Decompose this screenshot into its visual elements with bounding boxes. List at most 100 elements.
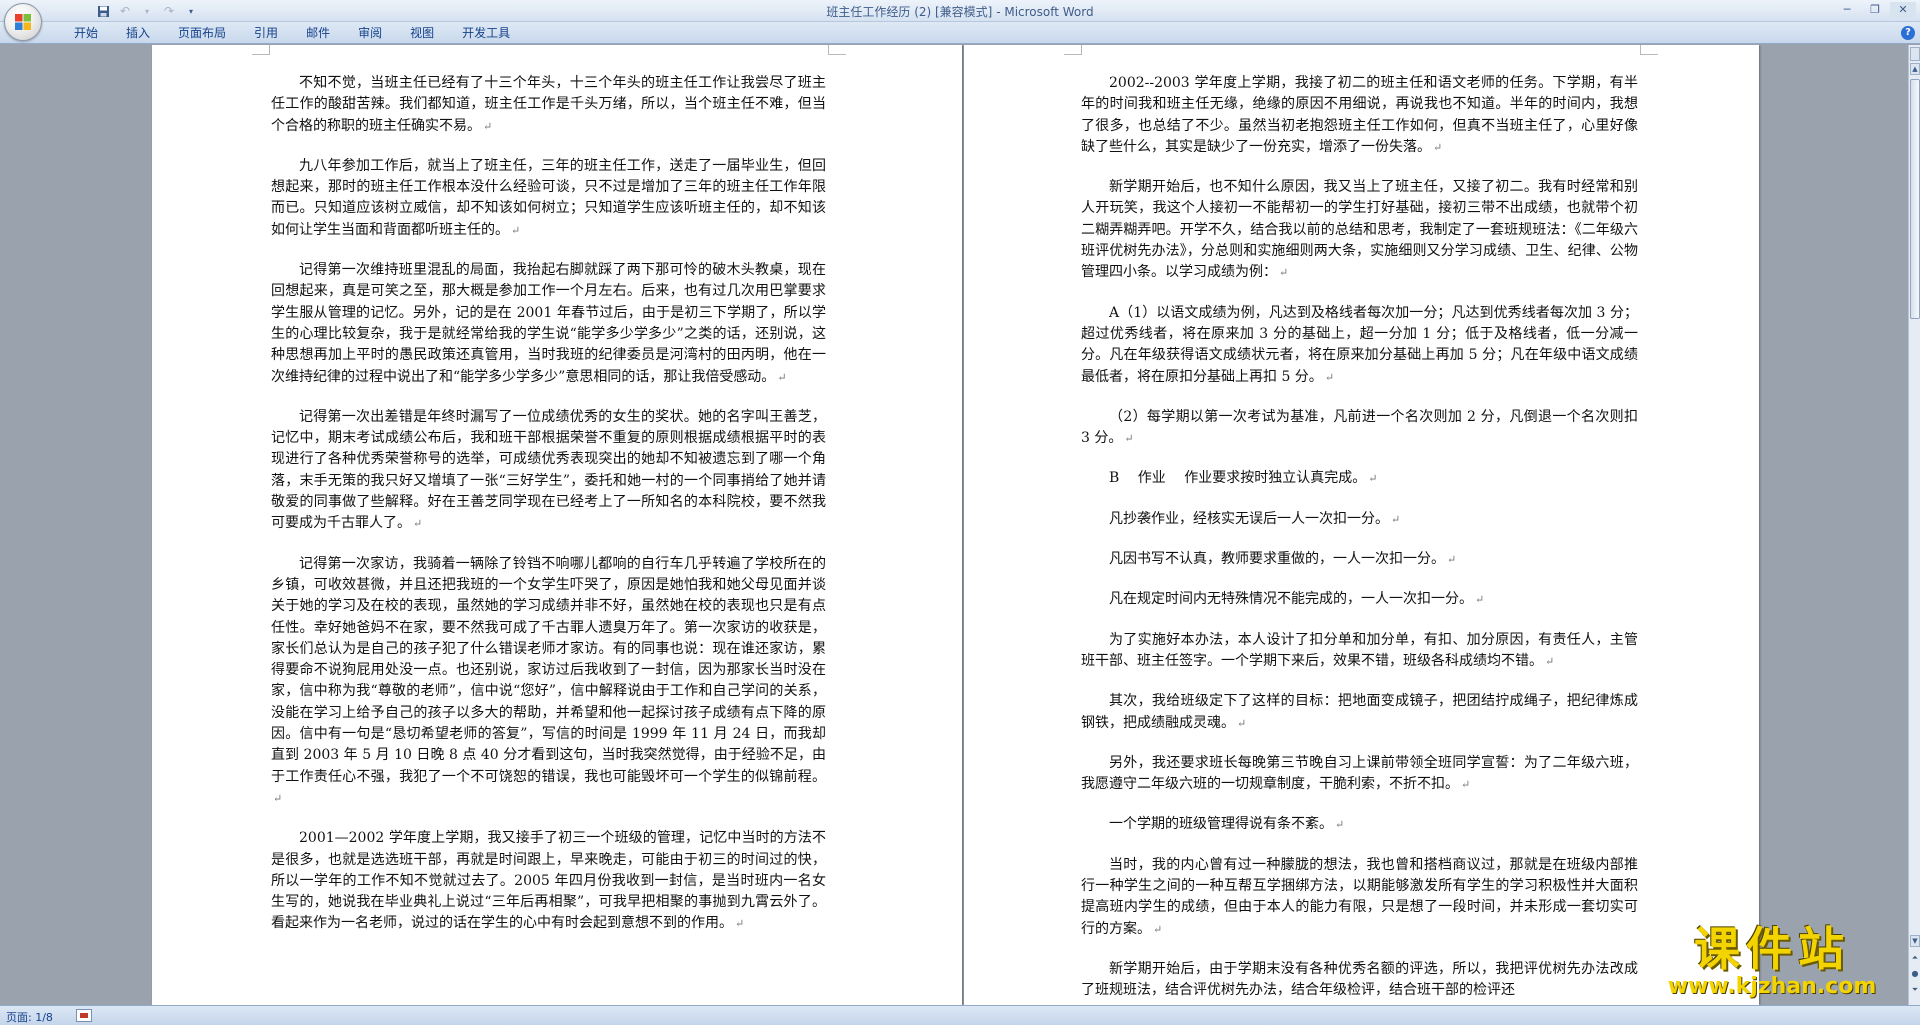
paragraph-text: 另外，我还要求班长每晚第三节晚自习上课前带领全班同学宣誓：为了二年级六班，我愿遵…	[1081, 754, 1638, 793]
paragraph-text: 凡因书写不认真，教师要求重做的，一人一次扣一分。	[1109, 551, 1445, 568]
scrollbar-thumb[interactable]	[1910, 79, 1920, 319]
paragraph-text: 九八年参加工作后，就当上了班主任，三年的班主任工作，送走了一届毕业生，但回想起来…	[271, 157, 826, 238]
tab-mailings[interactable]: 邮件	[292, 25, 344, 41]
status-bar: 页面: 1/8	[0, 1005, 1920, 1025]
paragraph-text: 2002--2003 学年度上学期，我接了初二的班主任和语文老师的任务。下学期，…	[1081, 75, 1638, 155]
paragraph-text: 凡抄袭作业，经核实无误后一人一次扣一分。	[1109, 510, 1389, 527]
paragraph-text: 当时，我的内心曾有过一种朦胧的想法，我也曾和搭档商议过，那就是在班级内部推行一种…	[1081, 856, 1638, 937]
office-button[interactable]	[4, 3, 42, 41]
page-corner-mark	[1640, 45, 1658, 55]
document-title: 班主任工作经历 (2) [兼容模式]	[826, 5, 993, 19]
tab-references[interactable]: 引用	[240, 25, 292, 41]
paragraph: 不知不觉，当班主任已经有了十三个年头，十三个年头的班主任工作让我尝尽了班主任工作…	[271, 73, 826, 137]
paragraph: 为了实施好本办法，本人设计了扣分单和加分单，有扣、加分原因，有责任人，主管班干部…	[1081, 630, 1638, 673]
paragraph-mark-icon: ↵	[735, 917, 745, 931]
paragraph-text: 新学期开始后，也不知什么原因，我又当上了班主任，又接了初二。我有时经常和别人开玩…	[1081, 179, 1638, 281]
page-text-left[interactable]: 不知不觉，当班主任已经有了十三个年头，十三个年头的班主任工作让我尝尽了班主任工作…	[271, 73, 826, 954]
paragraph-text: B 作业 作业要求按时独立认真完成。	[1109, 470, 1367, 487]
paragraph: 凡在规定时间内无特殊情况不能完成的，一人一次扣一分。 ↵	[1081, 589, 1638, 610]
office-logo-icon	[15, 14, 31, 30]
scroll-up-arrow-icon[interactable]: ▲	[1910, 63, 1920, 75]
title-separator: -	[992, 5, 1005, 19]
tab-page-layout[interactable]: 页面布局	[164, 25, 240, 41]
document-page-left[interactable]: 不知不觉，当班主任已经有了十三个年头，十三个年头的班主任工作让我尝尽了班主任工作…	[152, 45, 962, 1005]
watermark-url: www.kjzhan.com	[1667, 974, 1877, 999]
page-corner-mark	[252, 45, 270, 55]
tab-home[interactable]: 开始	[60, 25, 112, 41]
ribbon-tab-bar: 开始 插入 页面布局 引用 邮件 审阅 视图 开发工具 ?	[0, 22, 1920, 44]
paragraph: 记得第一次出差错是年终时漏写了一位成绩优秀的女生的奖状。她的名字叫王善芝，记忆中…	[271, 407, 826, 535]
paragraph: （2）每学期以第一次考试为基准，凡前进一个名次则加 2 分，凡倒退一个名次则扣 …	[1081, 407, 1638, 450]
tab-insert[interactable]: 插入	[112, 25, 164, 41]
previous-page-icon[interactable]: ⏶	[1910, 951, 1920, 965]
paragraph-mark-icon: ↵	[511, 223, 521, 237]
paragraph-text: 为了实施好本办法，本人设计了扣分单和加分单，有扣、加分原因，有责任人，主管班干部…	[1081, 631, 1638, 669]
paragraph: 记得第一次家访，我骑着一辆除了铃铛不响哪儿都响的自行车几乎转遍了学校所在的乡镇，…	[271, 554, 826, 810]
help-icon[interactable]: ?	[1901, 26, 1915, 40]
paragraph-text: 记得第一次家访，我骑着一辆除了铃铛不响哪儿都响的自行车几乎转遍了学校所在的乡镇，…	[271, 555, 826, 785]
paragraph: 2001—2002 学年度上学期，我又接手了初三一个班级的管理，记忆中当时的方法…	[271, 828, 826, 934]
paragraph-text: 不知不觉，当班主任已经有了十三个年头，十三个年头的班主任工作让我尝尽了班主任工作…	[271, 75, 826, 134]
title-bar: ↶ ▾ ↷ ▾ 班主任工作经历 (2) [兼容模式] - Microsoft W…	[0, 0, 1920, 22]
paragraph: 新学期开始后，也不知什么原因，我又当上了班主任，又接了初二。我有时经常和别人开玩…	[1081, 177, 1638, 283]
paragraph-mark-icon: ↵	[1124, 432, 1134, 446]
paragraph-mark-icon: ↵	[1237, 716, 1247, 730]
paragraph: 凡因书写不认真，教师要求重做的，一人一次扣一分。 ↵	[1081, 549, 1638, 570]
browse-object-icon[interactable]: ●	[1910, 967, 1920, 981]
paragraph-mark-icon: ↵	[1335, 818, 1345, 832]
paragraph-mark-icon: ↵	[1153, 922, 1163, 936]
paragraph: A（1）以语文成绩为例，凡达到及格线者每次加一分；凡达到优秀线者每次加 3 分；…	[1081, 303, 1638, 388]
paragraph-mark-icon: ↵	[1391, 512, 1401, 526]
next-page-icon[interactable]: ⏷	[1910, 983, 1920, 997]
document-area[interactable]: 不知不觉，当班主任已经有了十三个年头，十三个年头的班主任工作让我尝尽了班主任工作…	[0, 45, 1908, 1005]
minimize-icon[interactable]: ─	[1834, 2, 1860, 18]
window-controls: ─ ❐ ✕	[1834, 2, 1916, 18]
tab-view[interactable]: 视图	[396, 25, 448, 41]
paragraph: 当时，我的内心曾有过一种朦胧的想法，我也曾和搭档商议过，那就是在班级内部推行一种…	[1081, 855, 1638, 940]
macro-recording-icon[interactable]	[76, 1009, 92, 1022]
page-text-right[interactable]: 2002--2003 学年度上学期，我接了初二的班主任和语文老师的任务。下学期，…	[1081, 73, 1638, 1005]
close-icon[interactable]: ✕	[1890, 2, 1916, 18]
app-name: Microsoft Word	[1004, 5, 1094, 19]
paragraph: B 作业 作业要求按时独立认真完成。 ↵	[1081, 468, 1638, 489]
paragraph-mark-icon: ↵	[1368, 472, 1378, 486]
restore-icon[interactable]: ❐	[1862, 2, 1888, 18]
paragraph: 凡抄袭作业，经核实无误后一人一次扣一分。 ↵	[1081, 509, 1638, 530]
watermark-title: 课件站	[1694, 922, 1850, 976]
paragraph: 九八年参加工作后，就当上了班主任，三年的班主任工作，送走了一届毕业生，但回想起来…	[271, 156, 826, 241]
paragraph-text: 其次，我给班级定下了这样的目标：把地面变成镜子，把团结拧成绳子，把纪律炼成钢铁，…	[1081, 693, 1638, 731]
window-title: 班主任工作经历 (2) [兼容模式] - Microsoft Word	[0, 3, 1920, 20]
paragraph-text: 一个学期的班级管理得说有条不紊。	[1109, 816, 1333, 833]
view-ruler-button[interactable]	[1910, 47, 1920, 61]
paragraph-text: 记得第一次维持班里混乱的局面，我抬起右脚就踩了两下那可怜的破木头教桌，现在回想起…	[271, 262, 826, 385]
paragraph-mark-icon: ↵	[1475, 593, 1485, 607]
page-corner-mark	[1064, 45, 1082, 55]
tab-review[interactable]: 审阅	[344, 25, 396, 41]
paragraph-mark-icon: ↵	[1461, 778, 1471, 792]
paragraph: 2002--2003 学年度上学期，我接了初二的班主任和语文老师的任务。下学期，…	[1081, 73, 1638, 158]
paragraph-mark-icon: ↵	[273, 791, 283, 805]
paragraph-mark-icon: ↵	[777, 370, 787, 384]
paragraph: 另外，我还要求班长每晚第三节晚自习上课前带领全班同学宣誓：为了二年级六班，我愿遵…	[1081, 753, 1638, 796]
paragraph-mark-icon: ↵	[1433, 140, 1443, 154]
paragraph-mark-icon: ↵	[483, 119, 493, 133]
document-page-right[interactable]: 2002--2003 学年度上学期，我接了初二的班主任和语文老师的任务。下学期，…	[964, 45, 1759, 1005]
page-corner-mark	[828, 45, 846, 55]
paragraph-mark-icon: ↵	[1447, 553, 1457, 567]
tab-developer[interactable]: 开发工具	[448, 25, 524, 41]
paragraph-mark-icon: ↵	[1545, 654, 1555, 668]
watermark: 课件站 www.kjzhan.com	[1652, 924, 1892, 1004]
paragraph: 记得第一次维持班里混乱的局面，我抬起右脚就踩了两下那可怜的破木头教桌，现在回想起…	[271, 260, 826, 388]
scroll-down-arrow-icon[interactable]: ▼	[1910, 935, 1920, 947]
paragraph-text: 新学期开始后，由于学期末没有各种优秀名额的评选，所以，我把评优树先办法改成了班规…	[1081, 960, 1638, 999]
paragraph: 新学期开始后，由于学期末没有各种优秀名额的评选，所以，我把评优树先办法改成了班规…	[1081, 959, 1638, 1002]
paragraph: 一个学期的班级管理得说有条不紊。 ↵	[1081, 814, 1638, 835]
ribbon-tabs: 开始 插入 页面布局 引用 邮件 审阅 视图 开发工具	[60, 25, 524, 41]
paragraph-text: 记得第一次出差错是年终时漏写了一位成绩优秀的女生的奖状。她的名字叫王善芝，记忆中…	[271, 408, 826, 532]
paragraph: 其次，我给班级定下了这样的目标：把地面变成镜子，把团结拧成绳子，把纪律炼成钢铁，…	[1081, 691, 1638, 734]
paragraph-text: 凡在规定时间内无特殊情况不能完成的，一人一次扣一分。	[1109, 591, 1473, 608]
paragraph-text: A（1）以语文成绩为例，凡达到及格线者每次加一分；凡达到优秀线者每次加 3 分；…	[1081, 304, 1638, 385]
page-indicator[interactable]: 页面: 1/8	[6, 1009, 53, 1025]
vertical-scrollbar[interactable]: ▲ ▼ ⏶ ● ⏷	[1908, 45, 1920, 1005]
paragraph-mark-icon: ↵	[413, 517, 423, 531]
